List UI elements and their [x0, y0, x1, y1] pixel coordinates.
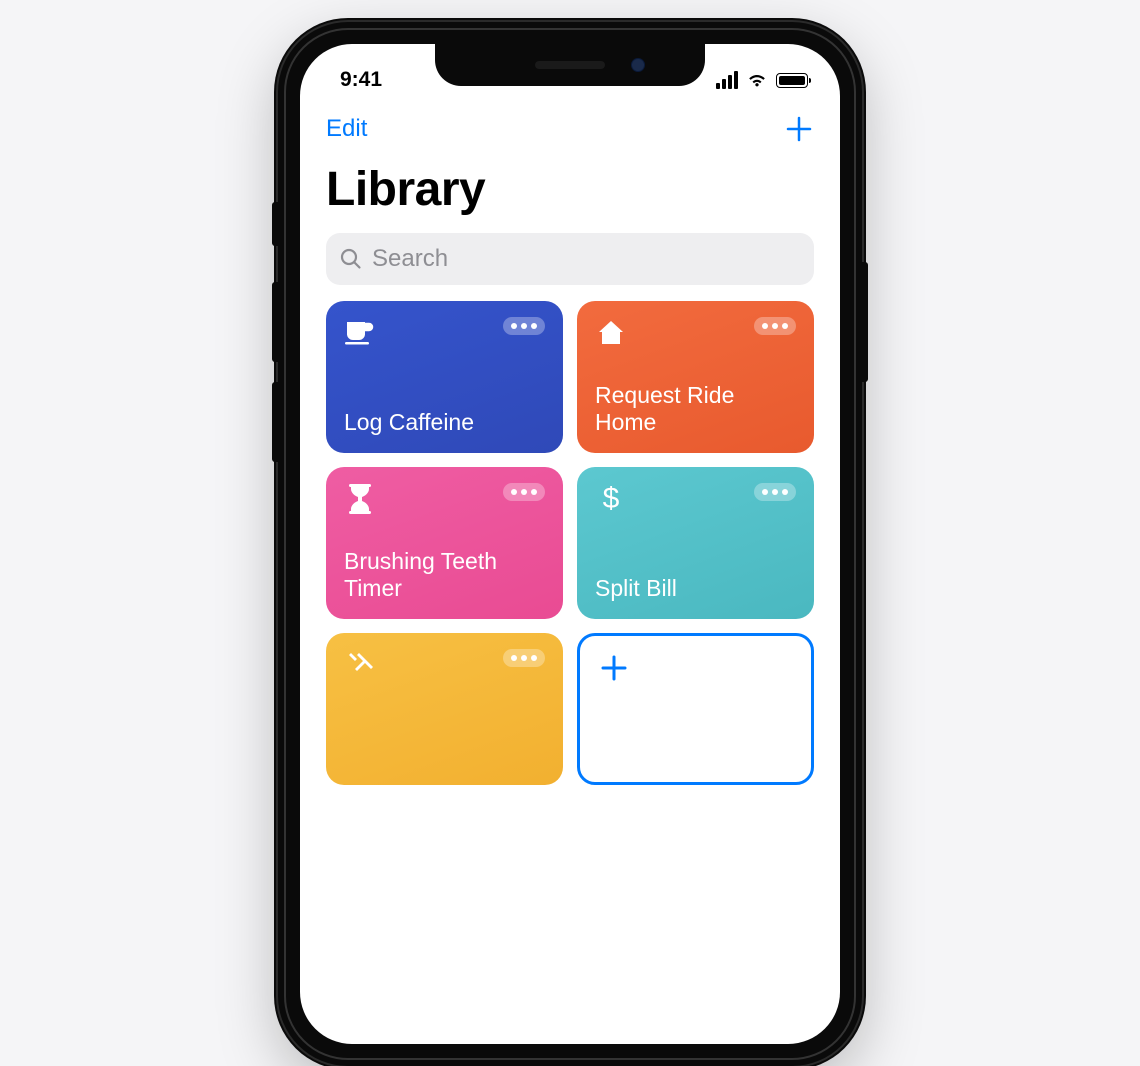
nav-bar: Edit: [300, 98, 840, 154]
search-icon: [340, 248, 362, 270]
hourglass-icon: [344, 483, 376, 515]
wifi-icon: [746, 72, 768, 88]
plus-icon: [598, 652, 630, 684]
shortcut-card-yellow[interactable]: [326, 633, 563, 785]
shortcut-card-split-bill[interactable]: $ Split Bill: [577, 467, 814, 619]
speaker-grille: [535, 61, 605, 69]
phone-frame: 9:41 Edit Library: [278, 22, 862, 1066]
shortcut-card-log-caffeine[interactable]: Log Caffeine: [326, 301, 563, 453]
more-button[interactable]: [503, 317, 545, 335]
shortcut-label: Brushing Teeth Timer: [344, 548, 545, 603]
more-button[interactable]: [503, 649, 545, 667]
shortcuts-grid: Log Caffeine Request Ride Home: [300, 301, 840, 785]
status-time: 9:41: [340, 68, 382, 92]
phone-screen: 9:41 Edit Library: [300, 44, 840, 1044]
notch: [435, 44, 705, 86]
front-camera: [631, 58, 645, 72]
battery-icon: [776, 73, 808, 88]
search-input[interactable]: Search: [326, 233, 814, 285]
cup-icon: [344, 317, 376, 349]
cellular-signal-icon: [716, 71, 738, 89]
more-button[interactable]: [754, 483, 796, 501]
add-button[interactable]: [784, 114, 814, 144]
home-icon: [595, 317, 627, 349]
shortcut-card-brushing-teeth-timer[interactable]: Brushing Teeth Timer: [326, 467, 563, 619]
fork-knife-icon: [344, 649, 376, 681]
edit-button[interactable]: Edit: [326, 115, 367, 143]
side-button-right: [862, 262, 868, 382]
more-button[interactable]: [754, 317, 796, 335]
shortcut-label: Split Bill: [595, 575, 796, 603]
plus-icon: [784, 114, 814, 144]
page-title: Library: [300, 154, 840, 233]
shortcut-card-request-ride-home[interactable]: Request Ride Home: [577, 301, 814, 453]
svg-text:$: $: [603, 483, 620, 515]
shortcut-card-add-new[interactable]: [577, 633, 814, 785]
dollar-icon: $: [595, 483, 627, 515]
more-button[interactable]: [503, 483, 545, 501]
shortcut-label: Request Ride Home: [595, 382, 796, 437]
search-placeholder: Search: [372, 245, 448, 273]
shortcut-label: Log Caffeine: [344, 409, 545, 437]
